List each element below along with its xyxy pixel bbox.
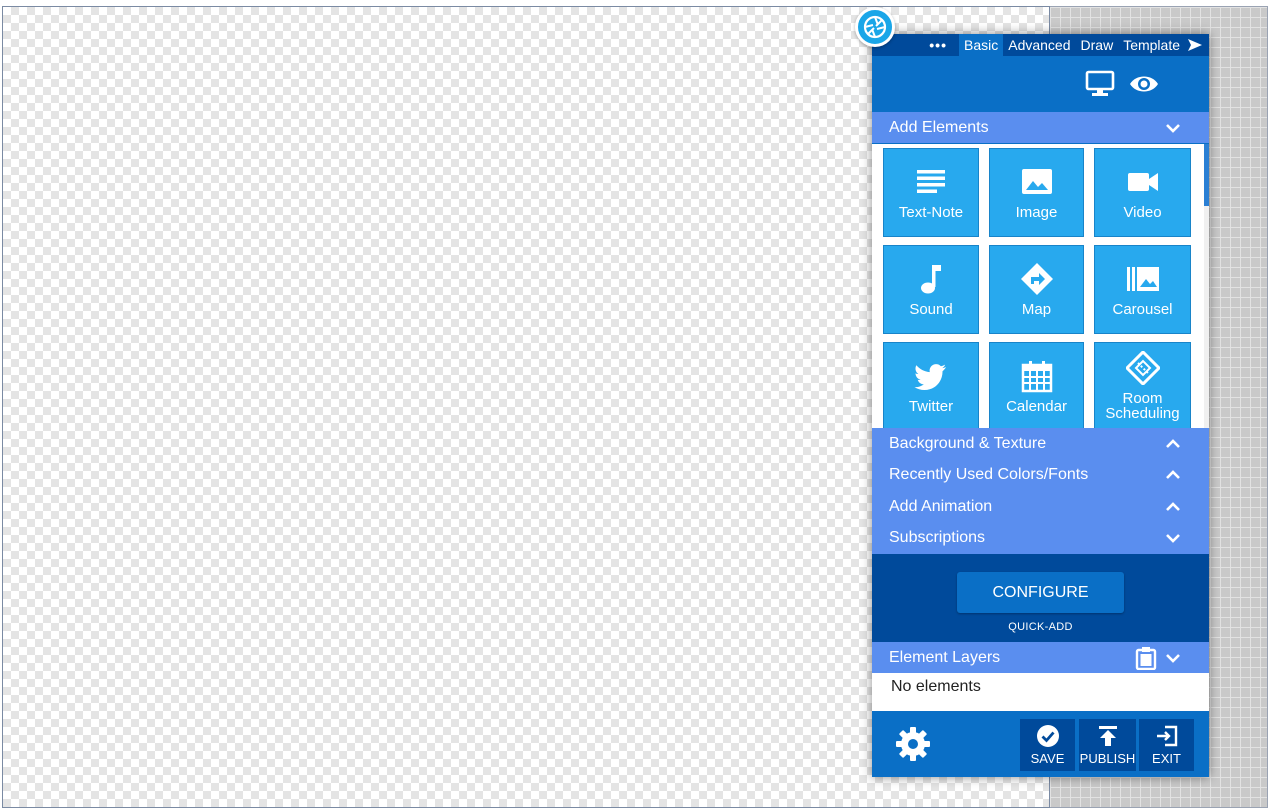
section-background-texture[interactable]: Background & Texture: [872, 428, 1209, 460]
section-label: Background & Texture: [889, 434, 1047, 452]
tile-label: Twitter: [908, 398, 954, 415]
tile-image[interactable]: Image: [989, 148, 1084, 237]
tile-calendar[interactable]: Calendar: [989, 342, 1084, 428]
quick-add-label: QUICK-ADD: [1008, 621, 1073, 633]
tab-template[interactable]: Template: [1118, 34, 1185, 56]
layers-empty-text: No elements: [891, 678, 981, 695]
publish-label: PUBLISH: [1079, 751, 1136, 766]
section-add-elements[interactable]: Add Elements: [872, 112, 1209, 143]
section-element-layers[interactable]: Element Layers: [872, 642, 1209, 673]
tab-bar: ••• Basic Advanced Draw Template: [872, 34, 1209, 56]
tile-label: Map: [1021, 301, 1052, 318]
send-arrow-icon[interactable]: [1187, 37, 1203, 53]
ticket-icon: [1125, 351, 1160, 385]
chevron-up-icon: [1166, 470, 1180, 480]
configure-button[interactable]: CONFIGURE: [957, 572, 1124, 613]
music-note-icon: [921, 265, 941, 294]
elements-grid-area: Text-Note Image Video Sound Map Carousel…: [872, 144, 1209, 428]
chevron-down-icon: [1166, 123, 1180, 133]
scroll-thumb[interactable]: [1204, 144, 1209, 206]
exit-icon: [1156, 725, 1177, 747]
preview-eye-icon[interactable]: [1129, 73, 1159, 95]
chevron-down-icon: [1166, 534, 1180, 544]
tile-carousel[interactable]: Carousel: [1094, 245, 1191, 334]
elements-scrollbar[interactable]: [1204, 144, 1209, 428]
exit-button[interactable]: EXIT: [1139, 719, 1194, 771]
section-add-animation[interactable]: Add Animation: [872, 491, 1209, 523]
editor-panel: ••• Basic Advanced Draw Template Add Ele…: [872, 34, 1209, 777]
directions-icon: [1020, 263, 1053, 295]
section-label: Subscriptions: [889, 529, 986, 547]
view-toggle-row: [872, 56, 1209, 112]
tile-label: Carousel: [1112, 301, 1173, 318]
tab-draw[interactable]: Draw: [1076, 34, 1119, 56]
tile-label: Room Scheduling: [1105, 390, 1180, 422]
desktop-monitor-icon[interactable]: [1085, 70, 1115, 98]
section-label: Recently Used Colors/Fonts: [889, 466, 1089, 484]
section-add-elements-label: Add Elements: [889, 118, 989, 136]
text-note-icon: [917, 170, 945, 193]
section-label: Add Animation: [889, 497, 993, 515]
quick-add-area: CONFIGURE QUICK-ADD: [872, 554, 1209, 642]
image-icon: [1021, 169, 1052, 194]
calendar-icon: [1021, 361, 1052, 393]
section-label: Element Layers: [889, 648, 1001, 666]
collapsed-sections: Background & Texture Recently Used Color…: [872, 428, 1209, 554]
chevron-down-icon: [1166, 653, 1180, 663]
tile-map[interactable]: Map: [989, 245, 1084, 334]
tile-label: Video: [1123, 204, 1162, 221]
tile-video[interactable]: Video: [1094, 148, 1191, 237]
app-logo-badge[interactable]: [855, 7, 895, 47]
exit-label: EXIT: [1152, 751, 1181, 766]
save-button[interactable]: SAVE: [1020, 719, 1075, 771]
tab-advanced[interactable]: Advanced: [1003, 34, 1075, 56]
section-subscriptions[interactable]: Subscriptions: [872, 522, 1209, 554]
tile-label: Text-Note: [898, 204, 964, 221]
clipboard-icon[interactable]: [1135, 646, 1157, 670]
tab-more[interactable]: •••: [917, 34, 959, 56]
section-recent-colors-fonts[interactable]: Recently Used Colors/Fonts: [872, 459, 1209, 491]
aperture-icon: [863, 15, 887, 39]
video-icon: [1127, 173, 1158, 191]
save-label: SAVE: [1030, 751, 1065, 766]
carousel-icon: [1126, 267, 1159, 291]
tile-text-note[interactable]: Text-Note: [883, 148, 979, 237]
layers-list: No elements: [872, 673, 1209, 711]
gear-icon[interactable]: [894, 725, 932, 763]
tile-sound[interactable]: Sound: [883, 245, 979, 334]
tile-label: Sound: [909, 301, 953, 318]
bottom-action-bar: SAVE PUBLISH EXIT: [872, 711, 1209, 777]
upload-icon: [1098, 726, 1117, 746]
twitter-bird-icon: [914, 364, 946, 390]
tile-label: Calendar: [1006, 398, 1067, 415]
chevron-up-icon: [1166, 438, 1180, 448]
publish-button[interactable]: PUBLISH: [1079, 719, 1136, 771]
chevron-up-icon: [1166, 501, 1180, 511]
tab-basic[interactable]: Basic: [959, 34, 1004, 56]
tile-twitter[interactable]: Twitter: [883, 342, 979, 428]
tile-room-scheduling[interactable]: Room Scheduling: [1094, 342, 1191, 428]
tile-label: Image: [1015, 204, 1058, 221]
check-circle-icon: [1036, 725, 1059, 747]
